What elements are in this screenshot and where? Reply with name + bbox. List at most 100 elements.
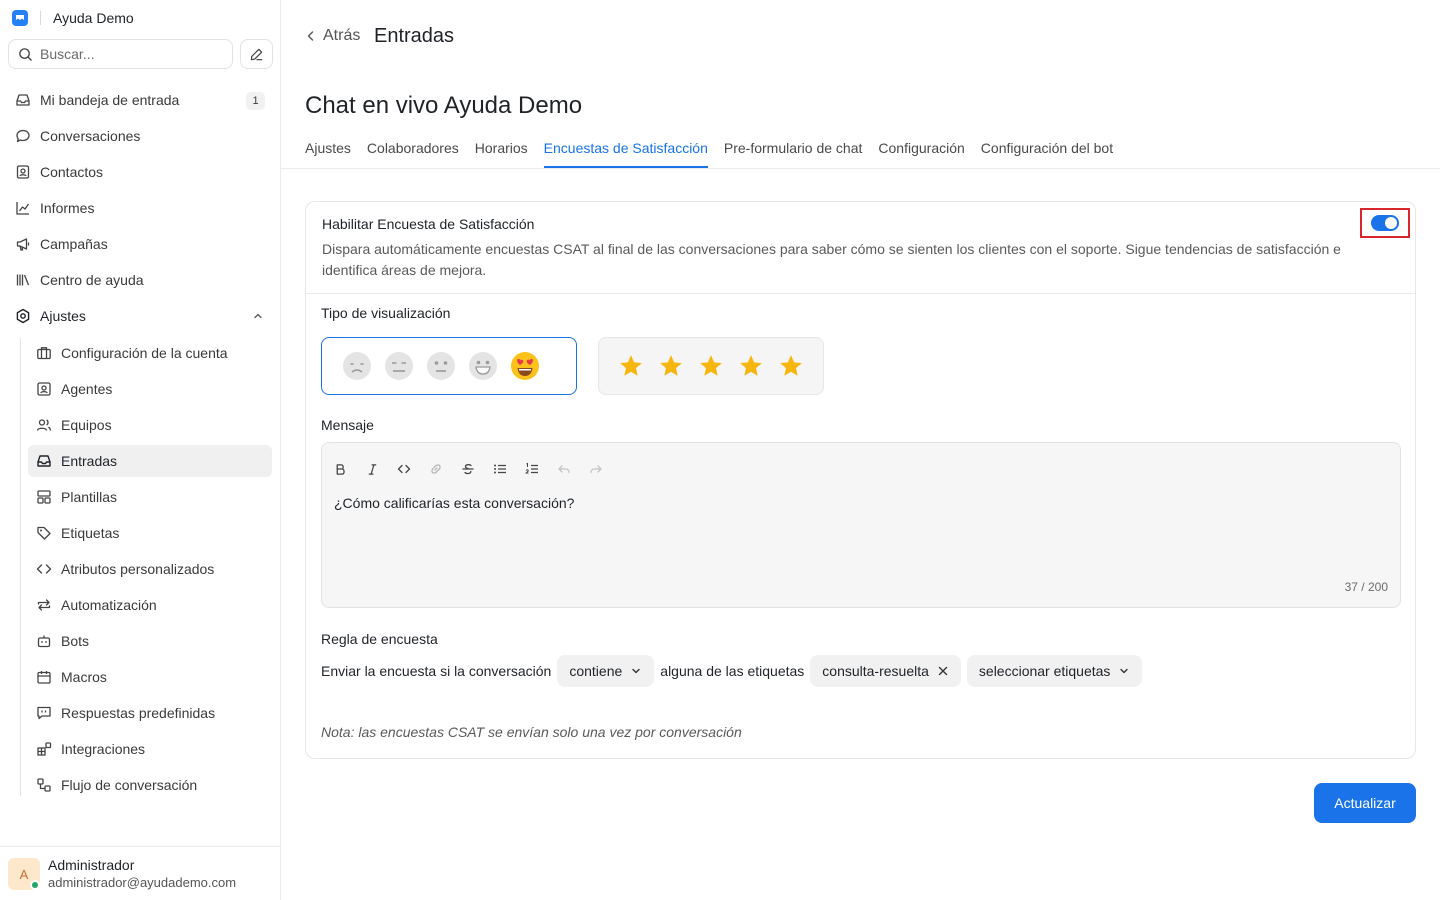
sidebar-item-inbox[interactable]: Mi bandeja de entrada 1	[8, 84, 272, 116]
settings-item-custom-attributes[interactable]: Atributos personalizados	[28, 553, 272, 585]
tag-icon	[37, 526, 51, 540]
compose-button[interactable]	[240, 39, 273, 69]
tab-csat[interactable]: Encuestas de Satisfacción	[543, 138, 708, 168]
sidebar-item-label: Conversaciones	[40, 128, 141, 144]
code-icon[interactable]	[396, 461, 412, 477]
operator-select[interactable]: contiene	[557, 655, 655, 687]
settings-item-templates[interactable]: Plantillas	[28, 481, 272, 513]
users-icon	[36, 419, 52, 431]
settings-item-label: Equipos	[61, 417, 112, 433]
sidebar-item-label: Ajustes	[40, 308, 86, 324]
tab-pre-chat-form[interactable]: Pre-formulario de chat	[724, 138, 863, 168]
undo-icon[interactable]	[556, 461, 572, 477]
user-profile[interactable]: A Administrador administrador@ayudademo.…	[0, 846, 280, 900]
settings-item-automation[interactable]: Automatización	[28, 589, 272, 621]
settings-item-agents[interactable]: Agentes	[28, 373, 272, 405]
tabs-divider	[281, 168, 1440, 169]
bullet-list-icon[interactable]	[492, 461, 508, 477]
tab-collaborators[interactable]: Colaboradores	[367, 138, 459, 168]
tab-bar: Ajustes Colaboradores Horarios Encuestas…	[305, 138, 1113, 169]
tab-configuration[interactable]: Configuración	[878, 138, 964, 168]
tag-select-placeholder: seleccionar etiquetas	[978, 663, 1111, 679]
settings-item-label: Macros	[61, 669, 107, 685]
settings-item-labels[interactable]: Etiquetas	[28, 517, 272, 549]
very-sad-face-icon	[343, 352, 371, 380]
settings-item-label: Plantillas	[61, 489, 118, 505]
page-title: Chat en vivo Ayuda Demo	[305, 92, 583, 119]
update-button[interactable]: Actualizar	[1314, 783, 1416, 823]
settings-item-macros[interactable]: Macros	[28, 661, 272, 693]
settings-item-inboxes[interactable]: Entradas	[28, 445, 272, 477]
chevron-down-icon	[1120, 668, 1129, 674]
tag-chip-label: consulta-resuelta	[822, 663, 929, 679]
header-title: Entradas	[374, 25, 455, 47]
sidebar-item-settings[interactable]: Ajustes	[8, 300, 272, 332]
app-logo-icon	[12, 10, 28, 26]
settings-item-conversation-flow[interactable]: Flujo de conversación	[28, 769, 272, 801]
settings-icon	[16, 308, 30, 324]
message-label: Mensaje	[321, 417, 374, 433]
sidebar-item-label: Centro de ayuda	[40, 272, 144, 288]
app-name: Ayuda Demo	[53, 10, 134, 26]
unread-count-badge: 1	[246, 92, 265, 110]
numbered-list-icon[interactable]	[524, 461, 540, 477]
strikethrough-icon[interactable]	[460, 461, 476, 477]
code-icon	[36, 564, 52, 574]
star-icon	[660, 355, 682, 376]
star-icon	[780, 355, 802, 376]
sidebar-item-contacts[interactable]: Contactos	[8, 156, 272, 188]
chevron-up-icon[interactable]	[252, 310, 264, 322]
profile-name: Administrador	[48, 857, 135, 873]
arrows-repeat-icon	[37, 599, 51, 611]
sidebar-item-help-center[interactable]: Centro de ayuda	[8, 264, 272, 296]
tab-bot-configuration[interactable]: Configuración del bot	[981, 138, 1113, 168]
star-icon	[700, 355, 722, 376]
tab-business-hours[interactable]: Horarios	[475, 138, 528, 168]
close-icon[interactable]	[937, 665, 949, 677]
sidebar-item-label: Informes	[40, 200, 95, 216]
grinning-face-icon	[469, 352, 497, 380]
inbox-icon	[16, 94, 30, 106]
tab-settings[interactable]: Ajustes	[305, 138, 351, 168]
message-square-quote-icon	[37, 706, 51, 720]
display-option-emoji[interactable]	[321, 337, 577, 395]
operator-value: contiene	[569, 663, 623, 679]
settings-item-label: Automatización	[61, 597, 157, 613]
sidebar-item-reports[interactable]: Informes	[8, 192, 272, 224]
settings-item-account[interactable]: Configuración de la cuenta	[28, 337, 272, 369]
settings-item-bots[interactable]: Bots	[28, 625, 272, 657]
settings-item-label: Entradas	[61, 453, 118, 469]
search-icon	[19, 47, 32, 61]
enable-csat-description: Dispara automáticamente encuestas CSAT a…	[322, 241, 1341, 278]
star-icon	[620, 355, 642, 376]
back-button[interactable]: Atrás	[305, 27, 360, 45]
online-status-dot	[30, 880, 40, 890]
toggle-knob	[1385, 217, 1397, 229]
search-box[interactable]	[8, 39, 233, 69]
settings-item-canned-responses[interactable]: Respuestas predefinidas	[28, 697, 272, 729]
brand-divider	[40, 11, 41, 25]
calendar-icon	[37, 671, 51, 684]
sidebar-item-label: Campañas	[40, 236, 108, 252]
settings-item-label: Integraciones	[61, 741, 146, 757]
display-type-label: Tipo de visualización	[321, 305, 451, 321]
main-content: Atrás Entradas Chat en vivo Ayuda Demo A…	[281, 0, 1440, 900]
sidebar-item-conversations[interactable]: Conversaciones	[8, 120, 272, 152]
settings-item-integrations[interactable]: Integraciones	[28, 733, 272, 765]
tag-select[interactable]: seleccionar etiquetas	[966, 655, 1143, 687]
settings-item-teams[interactable]: Equipos	[28, 409, 272, 441]
sidebar-item-campaigns[interactable]: Campañas	[8, 228, 272, 260]
back-label: Atrás	[323, 27, 361, 44]
italic-icon[interactable]	[364, 461, 380, 477]
enable-csat-toggle[interactable]	[1371, 215, 1399, 231]
chevron-left-icon	[307, 31, 314, 41]
redo-icon[interactable]	[588, 461, 604, 477]
message-editor[interactable]: ¿Cómo calificarías esta conversación? 37…	[321, 442, 1401, 608]
display-option-stars[interactable]	[598, 337, 824, 395]
search-input[interactable]	[40, 46, 220, 62]
bold-icon[interactable]	[332, 461, 348, 477]
contact-card-icon	[16, 165, 30, 179]
briefcase-icon	[37, 347, 51, 360]
link-icon[interactable]	[428, 461, 444, 477]
chevron-down-icon	[632, 668, 640, 674]
